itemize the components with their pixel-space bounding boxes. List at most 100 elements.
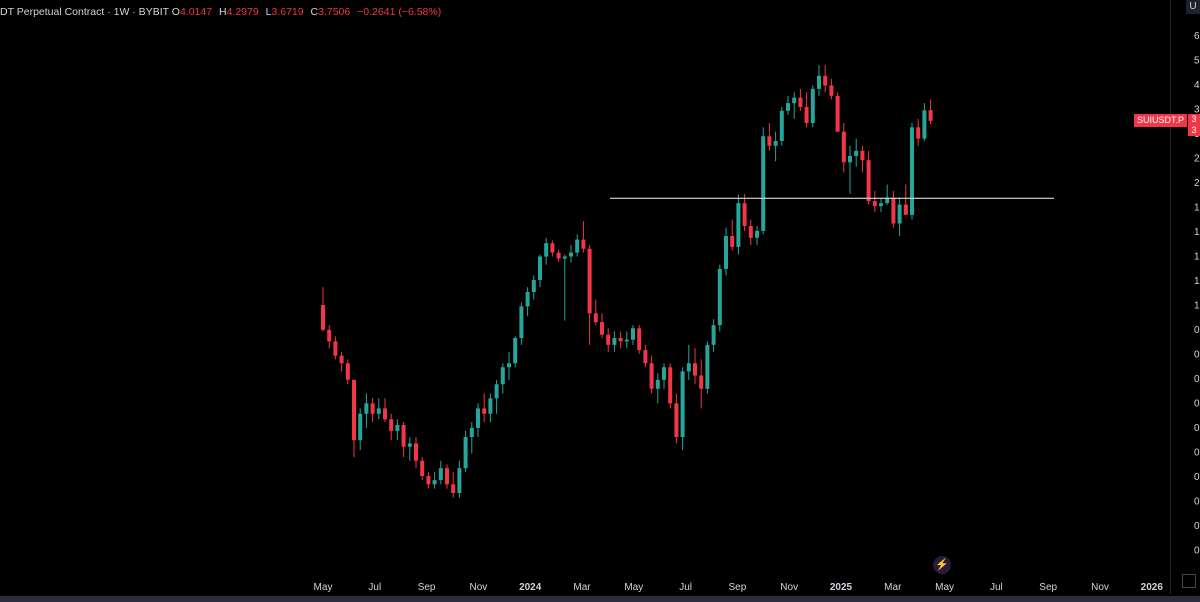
candle-body <box>507 363 511 368</box>
candle <box>600 313 604 338</box>
candle <box>835 92 840 132</box>
time-tick-label: May <box>624 582 643 593</box>
time-tick-label: 2026 <box>1141 582 1164 593</box>
candle <box>550 240 555 257</box>
bottom-toolbar <box>0 596 1200 602</box>
candle <box>383 398 387 423</box>
candle <box>445 464 449 489</box>
candle-body <box>364 403 369 414</box>
candle <box>674 393 679 444</box>
candle <box>643 344 648 368</box>
candle <box>457 460 462 498</box>
candles-layer <box>321 65 933 498</box>
candle-body <box>500 367 505 385</box>
candle <box>903 184 908 215</box>
candle <box>401 422 406 458</box>
candle-body <box>544 243 549 257</box>
time-axis[interactable]: May Jul Sep Nov 2024 Mar May Jul Sep Nov 2025 Mar Ma… <box>314 582 1200 593</box>
candle-body <box>786 103 790 111</box>
candle-body <box>333 341 338 356</box>
candle-body <box>835 95 840 132</box>
candle <box>432 472 437 489</box>
candle-body <box>600 322 604 335</box>
time-tick-label: 2025 <box>830 582 853 593</box>
price-tick-label: 1 <box>1194 301 1200 312</box>
auto-scale-icon[interactable] <box>1182 574 1196 588</box>
price-axis[interactable]: 6 5 4 33 2 2 1 1 1 1 1 0 0 0 0 0 0 0 0 0 0 <box>1194 31 1200 557</box>
currency-button[interactable]: U <box>1186 0 1200 14</box>
candle <box>587 245 592 345</box>
candle-body <box>798 97 803 107</box>
candle <box>488 393 493 423</box>
time-tick-label: May <box>314 582 333 593</box>
candle-body <box>432 480 437 485</box>
candle <box>624 331 629 349</box>
candle <box>891 190 896 228</box>
candle-body <box>593 313 598 323</box>
candle-body <box>581 239 586 249</box>
candle <box>860 145 865 173</box>
candle-body <box>606 334 611 345</box>
candle-body <box>420 460 425 477</box>
last-price-line-1: 3 <box>1191 114 1197 124</box>
candle <box>321 287 325 332</box>
candle <box>798 88 803 111</box>
price-tick-label: 0 <box>1194 497 1200 508</box>
candle-body <box>724 236 728 269</box>
candle-body <box>550 243 555 253</box>
candle <box>358 408 363 451</box>
price-tick-label: 5 <box>1194 56 1200 67</box>
price-tick-label: 1 <box>1194 203 1200 214</box>
price-tick-label: 0 <box>1194 521 1200 532</box>
candle-body <box>358 413 363 441</box>
candle <box>823 65 828 93</box>
candle <box>612 331 617 352</box>
candle <box>407 437 412 461</box>
candle <box>916 118 921 146</box>
candle-body <box>370 403 375 414</box>
candle-body <box>810 88 815 124</box>
candle-body <box>767 136 772 146</box>
candle-body <box>401 424 406 447</box>
price-tick-label: 0 <box>1194 399 1200 410</box>
candle-body <box>562 256 567 259</box>
candle <box>767 123 772 151</box>
price-tick-label: 0 <box>1194 350 1200 361</box>
candle <box>438 460 443 485</box>
candle <box>420 457 425 481</box>
candle <box>897 197 902 237</box>
candle-body <box>457 468 462 493</box>
candle <box>538 254 542 288</box>
candle-body <box>327 329 332 342</box>
candle-body <box>618 337 623 342</box>
candle <box>736 194 741 255</box>
lightning-icon[interactable]: ⚡ <box>933 556 951 574</box>
candle <box>482 393 487 423</box>
candle-body <box>469 427 474 438</box>
candle-body <box>879 203 883 207</box>
candle-body <box>556 252 561 259</box>
candle <box>662 363 666 389</box>
candle-body <box>748 225 753 238</box>
candle <box>693 348 697 385</box>
candle-body <box>389 419 394 431</box>
candle <box>469 422 474 454</box>
candle <box>569 245 573 263</box>
candle <box>556 249 561 262</box>
candle <box>631 325 635 345</box>
candle-body <box>891 197 896 224</box>
candle-body <box>519 306 524 338</box>
candle-body <box>376 408 381 414</box>
candle-body <box>699 375 704 389</box>
price-tick-label: 6 <box>1194 31 1200 42</box>
candle <box>389 413 394 441</box>
price-tick-label: 0 <box>1194 448 1200 459</box>
candle <box>848 145 852 194</box>
time-tick-label: Nov <box>470 582 488 593</box>
candle <box>724 227 728 276</box>
candle <box>637 325 642 354</box>
candle-body <box>686 363 691 372</box>
candlestick-chart[interactable]: 6543322111110000000000 MayJulSepNov2024M… <box>0 0 1200 602</box>
candle <box>352 379 356 458</box>
time-tick-label: Sep <box>418 582 436 593</box>
